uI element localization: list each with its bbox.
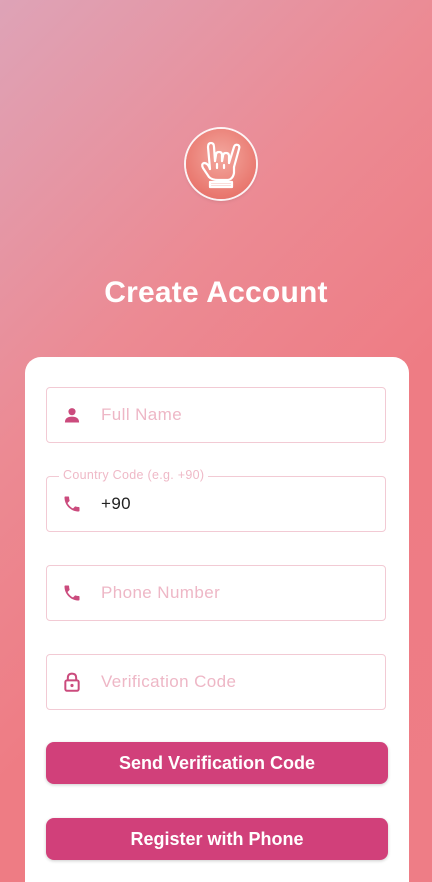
app-logo — [186, 129, 256, 199]
phone-icon — [61, 493, 83, 515]
country-code-field[interactable]: Country Code (e.g. +90) +90 — [46, 468, 386, 532]
phone-icon — [61, 582, 83, 604]
full-name-field[interactable]: Full Name — [46, 387, 386, 443]
page-title: Create Account — [104, 276, 328, 309]
full-name-placeholder: Full Name — [101, 405, 183, 424]
lock-icon — [61, 671, 83, 693]
create-account-screen: Create Account Full Name Country Code (e… — [0, 0, 432, 882]
register-with-phone-button[interactable]: Register with Phone — [46, 818, 388, 860]
phone-number-placeholder: Phone Number — [101, 583, 221, 602]
verification-code-field[interactable]: Verification Code — [46, 654, 386, 710]
verification-code-placeholder: Verification Code — [101, 672, 237, 691]
country-code-label: Country Code (e.g. +90) — [59, 468, 209, 482]
rock-hand-icon — [201, 141, 241, 189]
registration-card: Full Name Country Code (e.g. +90) +90 Ph… — [25, 357, 409, 882]
phone-number-field[interactable]: Phone Number — [46, 565, 386, 621]
person-icon — [61, 404, 83, 426]
country-code-value: +90 — [101, 494, 132, 513]
send-verification-code-button[interactable]: Send Verification Code — [46, 742, 388, 784]
